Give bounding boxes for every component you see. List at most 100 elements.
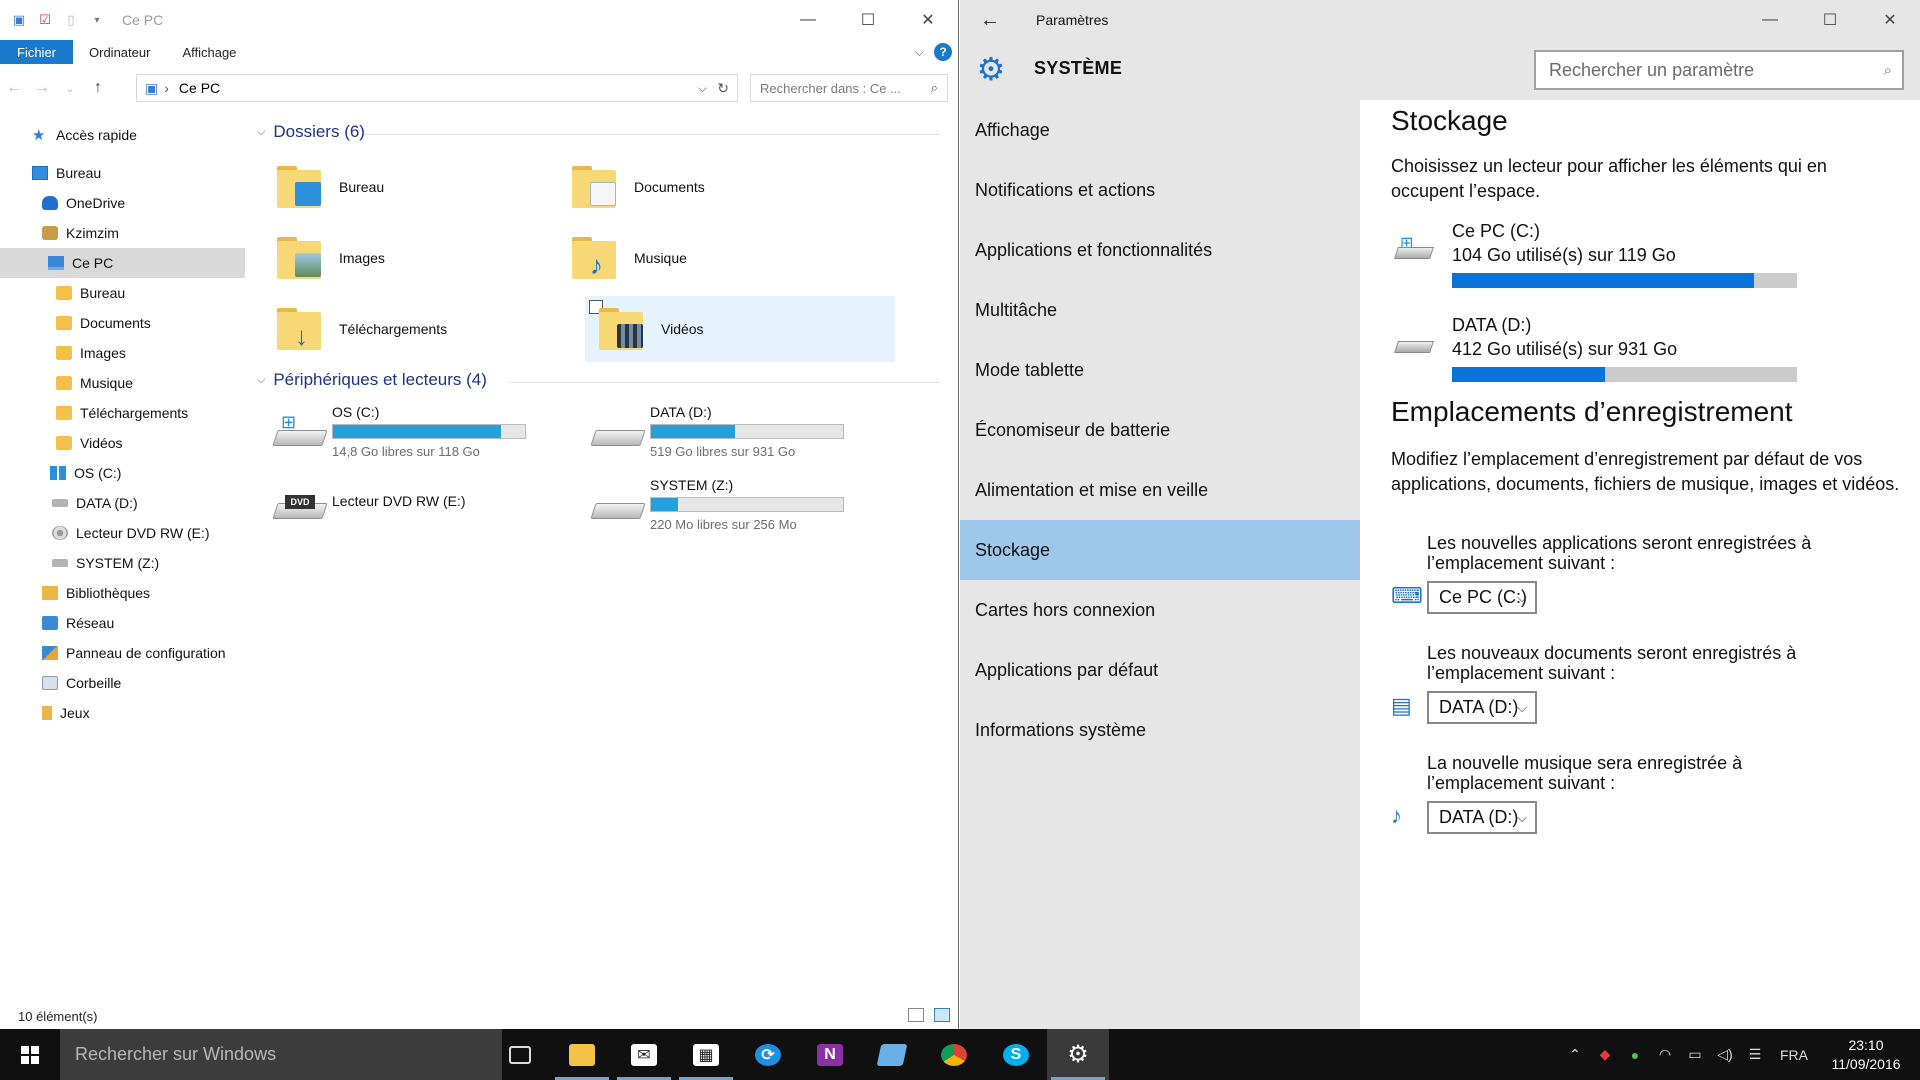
settings-menu-item[interactable]: Informations système	[960, 700, 1360, 760]
folder-musique[interactable]: ♪ Musique	[540, 227, 850, 289]
chevron-up-icon[interactable]: ⌃	[1560, 1046, 1590, 1063]
action-center-icon[interactable]: ☰	[1740, 1046, 1770, 1063]
minimize-button[interactable]: —	[778, 0, 838, 40]
expand-ribbon-icon[interactable]: ⌵	[915, 45, 924, 60]
taskbar-app-chrome[interactable]	[923, 1029, 985, 1080]
settings-menu-item[interactable]: Multitâche	[960, 280, 1360, 340]
nav-item[interactable]: Panneau de configuration	[0, 638, 245, 668]
nav-item[interactable]: Bibliothèques	[0, 578, 245, 608]
nav-item[interactable]: Ce PC	[0, 248, 245, 278]
folder-bureau[interactable]: Bureau	[245, 156, 555, 218]
nav-item[interactable]: Vidéos	[0, 428, 245, 458]
close-button[interactable]: ✕	[1860, 0, 1920, 40]
close-button[interactable]: ✕	[898, 0, 958, 40]
storage-drive-c[interactable]: ⊞ Ce PC (C:) 104 Go utilisé(s) sur 119 G…	[1391, 221, 1901, 295]
folder-telechargements[interactable]: ↓ Téléchargements	[245, 298, 555, 360]
settings-menu-item[interactable]: Alimentation et mise en veille	[960, 460, 1360, 520]
forward-button[interactable]: →	[28, 79, 56, 97]
start-button[interactable]	[0, 1029, 60, 1080]
taskbar-search-box[interactable]: Rechercher sur Windows	[60, 1029, 502, 1080]
large-icons-view-button[interactable]	[934, 1008, 950, 1022]
taskbar-app-file-explorer[interactable]	[551, 1029, 613, 1080]
task-view-button[interactable]	[489, 1029, 551, 1080]
folder-videos[interactable]: Vidéos	[585, 296, 895, 362]
onenote-icon: N	[817, 1043, 843, 1066]
taskbar-app-onenote[interactable]: N	[799, 1029, 861, 1080]
nav-item[interactable]: ★ Accès rapide	[0, 120, 245, 150]
nav-item[interactable]: Corbeille	[0, 668, 245, 698]
details-view-button[interactable]	[908, 1008, 924, 1022]
properties-icon[interactable]: ☑	[36, 11, 54, 29]
language-indicator[interactable]: FRA	[1780, 1047, 1808, 1063]
folder-documents[interactable]: Documents	[540, 156, 850, 218]
nav-item[interactable]: Jeux	[0, 698, 245, 728]
nav-item[interactable]: Kzimzim	[0, 218, 245, 248]
refresh-icon[interactable]: ↻	[717, 80, 729, 97]
folder-images[interactable]: Images	[245, 227, 555, 289]
drive-dvd-e[interactable]: DVD Lecteur DVD RW (E:)	[267, 475, 577, 535]
view-buttons	[908, 1008, 950, 1022]
nav-item[interactable]: OS (C:)	[0, 458, 245, 488]
minimize-button[interactable]: —	[1740, 0, 1800, 40]
security-icon[interactable]: ◆	[1590, 1046, 1620, 1063]
settings-menu-item[interactable]: Mode tablette	[960, 340, 1360, 400]
nav-item[interactable]: DATA (D:)	[0, 488, 245, 518]
battery-icon[interactable]: ▭	[1680, 1046, 1710, 1063]
nav-item[interactable]: Téléchargements	[0, 398, 245, 428]
volume-icon[interactable]: ◁)	[1710, 1046, 1740, 1063]
maximize-button[interactable]: ☐	[838, 0, 898, 40]
nav-item[interactable]: Musique	[0, 368, 245, 398]
app-tray-icon[interactable]: ●	[1620, 1047, 1650, 1063]
nav-item[interactable]: Images	[0, 338, 245, 368]
taskbar-app-browser[interactable]: ⟳	[737, 1029, 799, 1080]
chevron-down-icon[interactable]: ⌵	[698, 81, 707, 96]
tab-fichier[interactable]: Fichier	[0, 40, 74, 64]
nav-item[interactable]: Bureau	[0, 278, 245, 308]
storage-drive-d[interactable]: DATA (D:) 412 Go utilisé(s) sur 931 Go	[1391, 315, 1901, 389]
folders-group-header[interactable]: ⌵ Dossiers (6)	[257, 122, 365, 142]
taskbar-app-settings[interactable]: ⚙	[1047, 1029, 1109, 1080]
address-bar[interactable]: ▣ › Ce PC ⌵ ↻	[136, 74, 738, 102]
back-button[interactable]: ←	[0, 79, 28, 97]
documents-location-dropdown[interactable]: DATA (D:) ⌵	[1427, 691, 1537, 724]
settings-menu-item[interactable]: Applications et fonctionnalités	[960, 220, 1360, 280]
drive-usage-bar	[332, 424, 526, 439]
drives-group-header[interactable]: ⌵ Périphériques et lecteurs (4)	[257, 370, 487, 390]
new-folder-icon[interactable]: ▯	[62, 11, 80, 29]
drive-system-z[interactable]: SYSTEM (Z:) 220 Mo libres sur 256 Mo	[585, 475, 895, 535]
taskbar-app-notepad[interactable]	[861, 1029, 923, 1080]
up-button[interactable]: ↑	[84, 79, 112, 97]
drive-data-d[interactable]: DATA (D:) 519 Go libres sur 931 Go	[585, 402, 895, 462]
tab-ordinateur[interactable]: Ordinateur	[73, 40, 166, 64]
nav-item[interactable]: Réseau	[0, 608, 245, 638]
settings-window: ← Paramètres — ☐ ✕ ⚙ SYSTÈME Rechercher …	[960, 0, 1920, 1029]
explorer-search-input[interactable]: Rechercher dans : Ce ... ⌕	[750, 74, 948, 102]
clock[interactable]: 23:10 11/09/2016	[1826, 1036, 1906, 1074]
settings-menu-item[interactable]: Économiseur de batterie	[960, 400, 1360, 460]
settings-search-input[interactable]: Rechercher un paramètre ⌕	[1534, 50, 1904, 90]
nav-item[interactable]: SYSTEM (Z:)	[0, 548, 245, 578]
maximize-button[interactable]: ☐	[1800, 0, 1860, 40]
drive-os-c[interactable]: ⊞ OS (C:) 14,8 Go libres sur 118 Go	[267, 402, 577, 462]
nav-item[interactable]: OneDrive	[0, 188, 245, 218]
settings-menu-item[interactable]: Cartes hors connexion	[960, 580, 1360, 640]
recent-locations-button[interactable]: ⌄	[56, 82, 84, 95]
wifi-icon[interactable]: ◠	[1650, 1046, 1680, 1063]
customize-toolbar-icon[interactable]: ▾	[88, 11, 106, 29]
nav-item[interactable]: Bureau	[0, 158, 245, 188]
settings-menu-item[interactable]: Applications par défaut	[960, 640, 1360, 700]
back-arrow-icon[interactable]: ←	[960, 9, 1020, 32]
taskbar-app-calendar[interactable]: ▦	[675, 1029, 737, 1080]
taskbar-app-skype[interactable]: S	[985, 1029, 1047, 1080]
tab-affichage[interactable]: Affichage	[166, 40, 252, 64]
nav-item[interactable]: Lecteur DVD RW (E:)	[0, 518, 245, 548]
settings-menu-item[interactable]: Notifications et actions	[960, 160, 1360, 220]
help-button[interactable]: ?	[934, 43, 952, 61]
pc-icon[interactable]: ▣	[10, 11, 28, 29]
settings-menu-item[interactable]: Stockage	[960, 520, 1360, 580]
nav-item[interactable]: Documents	[0, 308, 245, 338]
taskbar-app-mail[interactable]: ✉	[613, 1029, 675, 1080]
settings-menu-item[interactable]: Affichage	[960, 100, 1360, 160]
apps-location-dropdown[interactable]: Ce PC (C:) ⌵	[1427, 581, 1537, 614]
music-location-dropdown[interactable]: DATA (D:) ⌵	[1427, 801, 1537, 834]
